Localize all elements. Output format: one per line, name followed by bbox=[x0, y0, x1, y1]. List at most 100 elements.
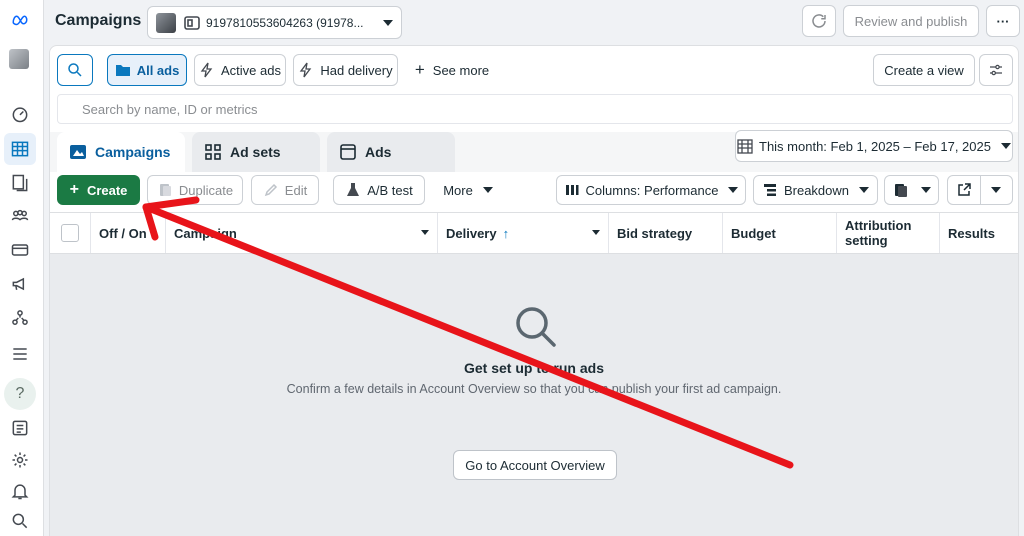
left-sidebar: ? bbox=[0, 0, 44, 536]
plus-icon: + bbox=[414, 60, 425, 79]
ad-account-icon bbox=[184, 15, 200, 30]
tab-ads-label: Ads bbox=[365, 144, 392, 160]
magnifier-icon bbox=[513, 304, 559, 350]
create-button[interactable]: + Create bbox=[57, 175, 140, 205]
campaigns-panel: All ads Active ads Had delivery + See mo… bbox=[49, 45, 1019, 536]
duplicate-label: Duplicate bbox=[178, 182, 234, 198]
tab-campaigns[interactable]: Campaigns bbox=[57, 132, 185, 172]
settings-gear-icon[interactable] bbox=[4, 444, 36, 476]
lightning-icon bbox=[298, 62, 314, 78]
account-image bbox=[156, 12, 176, 33]
breakdown-icon bbox=[762, 182, 778, 198]
column-off-on[interactable]: Off / On bbox=[91, 213, 166, 253]
plus-icon: + bbox=[69, 181, 79, 198]
ab-test-button[interactable]: A/B test bbox=[333, 175, 425, 205]
had-delivery-label: Had delivery bbox=[320, 62, 393, 78]
column-bid-strategy[interactable]: Bid strategy bbox=[609, 213, 723, 253]
refresh-button[interactable] bbox=[802, 5, 836, 37]
breakdown-label: Breakdown bbox=[783, 182, 850, 198]
all-ads-label: All ads bbox=[136, 62, 180, 78]
table-header: Off / On Campaign Delivery ↑ Bid strateg… bbox=[50, 212, 1018, 254]
events-manager-icon[interactable] bbox=[4, 302, 36, 334]
tab-campaigns-label: Campaigns bbox=[95, 144, 171, 160]
chevron-down-icon bbox=[920, 187, 931, 193]
export-icon bbox=[956, 182, 972, 198]
more-label: More bbox=[443, 182, 473, 198]
column-campaign[interactable]: Campaign bbox=[166, 213, 438, 253]
grid-icon bbox=[204, 143, 222, 161]
date-range-picker[interactable]: This month: Feb 1, 2025 – Feb 17, 2025 bbox=[735, 130, 1013, 162]
column-budget[interactable]: Budget bbox=[723, 213, 837, 253]
see-more-filter[interactable]: + See more bbox=[406, 54, 498, 86]
empty-state-title: Get set up to run ads bbox=[463, 360, 604, 376]
active-ads-label: Active ads bbox=[221, 62, 281, 78]
sort-up-arrow-icon: ↑ bbox=[502, 225, 510, 241]
chevron-down-icon bbox=[383, 19, 393, 26]
reports-dropdown[interactable] bbox=[884, 175, 939, 205]
filter-settings-button[interactable] bbox=[979, 54, 1013, 86]
divider bbox=[980, 176, 981, 204]
select-all-checkbox[interactable] bbox=[61, 224, 79, 242]
create-view-button[interactable]: Create a view bbox=[873, 54, 975, 86]
calendar-icon bbox=[737, 138, 753, 154]
page-title: Campaigns bbox=[55, 12, 142, 29]
had-delivery-filter[interactable]: Had delivery bbox=[293, 54, 398, 86]
billing-card-icon[interactable] bbox=[4, 234, 36, 266]
go-to-account-overview-button[interactable]: Go to Account Overview bbox=[453, 450, 617, 480]
pencil-icon bbox=[263, 182, 279, 198]
chevron-down-icon bbox=[859, 187, 870, 193]
empty-state-description: Confirm a few details in Account Overvie… bbox=[286, 382, 782, 396]
all-ads-filter[interactable]: All ads bbox=[107, 54, 187, 86]
pages-icon[interactable] bbox=[4, 167, 36, 199]
ad-window-icon bbox=[339, 143, 357, 161]
export-button[interactable] bbox=[947, 175, 1013, 205]
edit-button[interactable]: Edit bbox=[251, 175, 319, 205]
columns-label: Columns: Performance bbox=[585, 182, 719, 198]
menu-icon[interactable] bbox=[4, 338, 36, 370]
megaphone-icon[interactable] bbox=[4, 268, 36, 300]
tab-ad-sets-label: Ad sets bbox=[230, 144, 281, 160]
tab-ad-sets[interactable]: Ad sets bbox=[192, 132, 320, 172]
column-delivery[interactable]: Delivery ↑ bbox=[438, 213, 609, 253]
search-icon[interactable] bbox=[4, 505, 36, 536]
chevron-down-icon bbox=[728, 187, 739, 193]
account-avatar[interactable] bbox=[9, 49, 29, 69]
reports-icon bbox=[893, 182, 909, 198]
campaigns-table-icon[interactable] bbox=[4, 133, 36, 165]
empty-state: Get set up to run ads Confirm a few deta… bbox=[50, 254, 1018, 536]
column-results[interactable]: Results bbox=[940, 213, 1018, 253]
folder-icon bbox=[115, 62, 131, 78]
date-range-label: This month: Feb 1, 2025 – Feb 17, 2025 bbox=[759, 138, 991, 154]
duplicate-button[interactable]: Duplicate bbox=[147, 175, 243, 205]
news-icon[interactable] bbox=[4, 412, 36, 444]
more-options-button[interactable]: ··· bbox=[986, 5, 1020, 37]
review-and-publish-button[interactable]: Review and publish bbox=[843, 5, 979, 37]
gauge-icon[interactable] bbox=[4, 98, 36, 130]
active-ads-filter[interactable]: Active ads bbox=[194, 54, 286, 86]
ad-account-selector[interactable]: 9197810553604263 (91978... bbox=[147, 6, 402, 39]
ab-test-label: A/B test bbox=[367, 182, 413, 198]
more-dropdown[interactable]: More bbox=[434, 175, 502, 205]
chevron-down-icon bbox=[991, 187, 1001, 193]
campaigns-tab-icon bbox=[69, 143, 87, 161]
breakdown-dropdown[interactable]: Breakdown bbox=[753, 175, 878, 205]
chevron-down-icon bbox=[482, 187, 493, 193]
columns-icon bbox=[564, 182, 580, 198]
create-label: Create bbox=[86, 182, 128, 198]
audience-icon[interactable] bbox=[4, 200, 36, 232]
search-input[interactable] bbox=[57, 94, 1013, 124]
lightning-icon bbox=[199, 62, 215, 78]
edit-label: Edit bbox=[284, 182, 308, 198]
column-attribution-setting[interactable]: Attribution setting bbox=[837, 213, 940, 253]
columns-dropdown[interactable]: Columns: Performance bbox=[556, 175, 746, 205]
tab-ads[interactable]: Ads bbox=[327, 132, 455, 172]
flask-icon bbox=[345, 182, 361, 198]
meta-logo-icon[interactable] bbox=[4, 4, 36, 36]
notifications-bell-icon[interactable] bbox=[4, 475, 36, 507]
chevron-down-icon bbox=[421, 230, 429, 235]
account-label: 9197810553604263 (91978... bbox=[206, 15, 364, 30]
duplicate-icon bbox=[157, 182, 173, 198]
search-toggle-button[interactable] bbox=[57, 54, 93, 86]
help-icon[interactable]: ? bbox=[4, 378, 36, 410]
column-campaign-label: Campaign bbox=[174, 225, 237, 241]
